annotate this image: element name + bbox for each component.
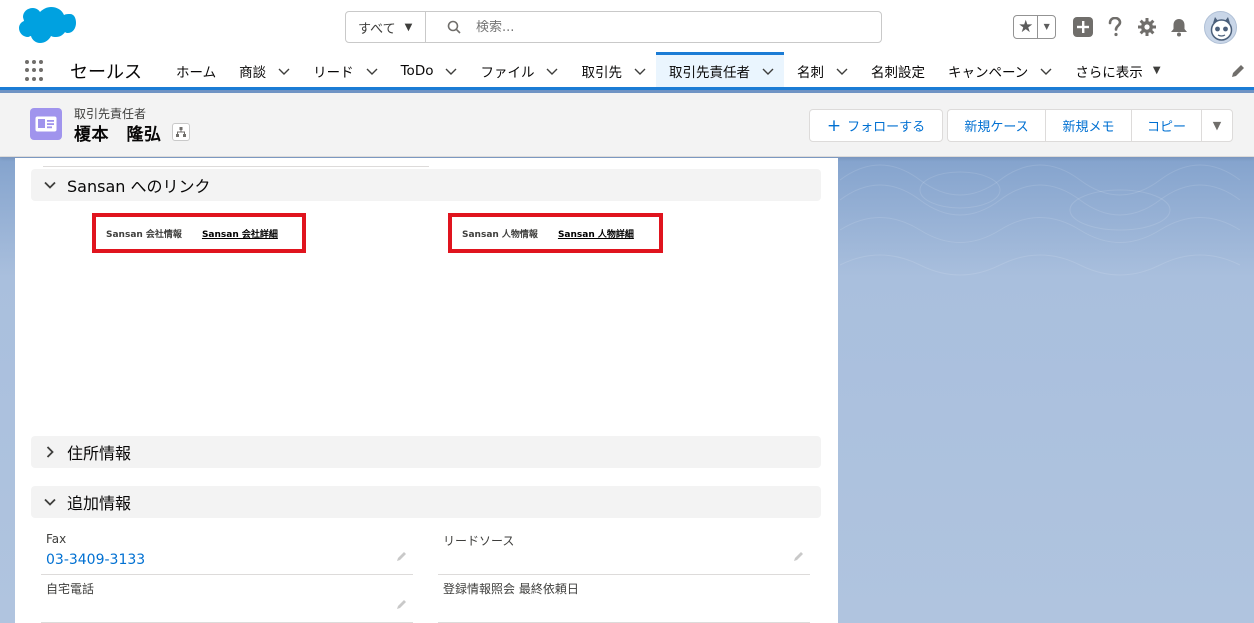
edit-nav-pencil-icon[interactable] <box>1230 63 1246 79</box>
gear-icon[interactable] <box>1136 16 1158 38</box>
new-case-button[interactable]: 新規ケース <box>947 109 1045 142</box>
chevron-down-icon[interactable] <box>366 65 378 77</box>
search-input[interactable] <box>476 19 856 35</box>
salesforce-logo[interactable] <box>16 6 76 48</box>
nav-item-label: 取引先 <box>581 64 622 81</box>
record-actions: + フォローする 新規ケース 新規メモ コピー ▼ <box>809 109 1233 142</box>
app-name: セールス <box>70 62 142 83</box>
edit-pencil-icon[interactable] <box>792 549 806 563</box>
nav-item-home[interactable]: ホーム <box>163 54 226 87</box>
chevron-down-icon <box>44 498 56 506</box>
home-phone-field: 自宅電話 <box>41 580 413 623</box>
nav-item-label: 取引先責任者 <box>668 64 750 81</box>
follow-label: フォローする <box>847 120 926 135</box>
record-detail-card: Sansan へのリンク Sansan 会社情報 Sansan 会社詳細 San… <box>15 158 838 623</box>
app-nav-bar: セールス ホーム 商談 リード ToDo ファイル 取引先 取引先責任者 名刺 … <box>0 52 1254 90</box>
favorites-button[interactable]: ★ ▼ <box>1013 15 1056 39</box>
fax-value[interactable]: 03-3409-3133 <box>46 552 145 568</box>
user-avatar[interactable] <box>1204 10 1237 44</box>
nav-item-label: 名刺設定 <box>870 64 925 81</box>
app-launcher-icon[interactable] <box>25 60 47 82</box>
nav-items: ホーム 商談 リード ToDo ファイル 取引先 取引先責任者 名刺 名刺設定 … <box>163 52 1171 87</box>
caret-down-icon: ▼ <box>1152 65 1161 76</box>
plus-icon: + <box>826 115 842 136</box>
nav-item-label: 商談 <box>239 64 267 81</box>
favorites-dropdown-icon[interactable]: ▼ <box>1038 16 1055 38</box>
record-header: 取引先責任者 榎本 隆弘 + フォローする 新規ケース 新規メモ コピー ▼ <box>0 93 1254 157</box>
fax-field: Fax 03-3409-3133 <box>41 532 413 575</box>
nav-item-label: ファイル <box>480 64 535 81</box>
nav-item-more[interactable]: さらに表示 ▼ <box>1062 54 1170 87</box>
section-title: Sansan へのリンク <box>67 177 211 196</box>
nav-item-card-settings[interactable]: 名刺設定 <box>858 54 935 87</box>
edit-pencil-icon[interactable] <box>395 549 409 563</box>
section-additional-header[interactable]: 追加情報 <box>31 486 821 518</box>
caret-down-icon: ▼ <box>1212 119 1222 132</box>
hierarchy-icon <box>176 127 186 137</box>
section-sansan-header[interactable]: Sansan へのリンク <box>31 169 821 201</box>
chevron-down-icon[interactable] <box>634 65 646 77</box>
chevron-right-icon <box>46 446 54 458</box>
last-request-date-label: 登録情報照会 最終依頼日 <box>443 582 579 596</box>
chevron-down-icon[interactable] <box>445 65 457 77</box>
edit-pencil-icon[interactable] <box>395 597 409 611</box>
section-address-header[interactable]: 住所情報 <box>31 436 821 468</box>
copy-button[interactable]: コピー <box>1131 109 1201 142</box>
chevron-down-icon[interactable] <box>762 65 774 77</box>
sansan-company-field: Sansan 会社情報 Sansan 会社詳細 <box>92 213 306 253</box>
nav-item-business-cards[interactable]: 名刺 <box>784 54 858 87</box>
nav-item-label: キャンペーン <box>947 64 1029 81</box>
sansan-company-link[interactable]: Sansan 会社詳細 <box>202 227 278 240</box>
hierarchy-button[interactable] <box>172 123 190 141</box>
nav-item-label: ホーム <box>176 64 217 81</box>
nav-item-accounts[interactable]: 取引先 <box>568 54 656 87</box>
lead-source-label: リードソース <box>443 534 515 548</box>
chevron-down-icon[interactable] <box>278 65 290 77</box>
record-title: 榎本 隆弘 <box>74 125 162 145</box>
nav-item-label: さらに表示 <box>1075 64 1143 81</box>
nav-item-leads[interactable]: リード <box>300 54 388 87</box>
sansan-person-link[interactable]: Sansan 人物詳細 <box>558 227 634 240</box>
global-search: すべて ▼ <box>345 11 882 43</box>
lead-source-field: リードソース <box>438 532 810 575</box>
chevron-down-icon[interactable] <box>836 65 848 77</box>
home-phone-label: 自宅電話 <box>46 582 95 596</box>
nav-item-contacts[interactable]: 取引先責任者 <box>655 52 784 87</box>
notification-bell-icon[interactable] <box>1168 16 1190 38</box>
search-icon <box>447 20 461 34</box>
nav-item-label: リード <box>313 64 354 81</box>
search-scope-label: すべて <box>358 21 396 37</box>
chevron-down-icon[interactable] <box>546 65 558 77</box>
chevron-down-icon[interactable] <box>1040 65 1052 77</box>
section-title: 追加情報 <box>67 494 132 513</box>
nav-item-label: ToDo <box>400 62 434 79</box>
sansan-person-field: Sansan 人物情報 Sansan 人物詳細 <box>448 213 663 253</box>
caret-down-icon: ▼ <box>404 21 413 33</box>
nav-item-todo[interactable]: ToDo <box>388 54 468 87</box>
chevron-down-icon <box>44 181 56 189</box>
nav-item-campaigns[interactable]: キャンペーン <box>935 54 1062 87</box>
header-utility-icons: ★ ▼ <box>1013 10 1237 44</box>
search-scope-dropdown[interactable]: すべて ▼ <box>346 12 426 42</box>
nav-item-opportunities[interactable]: 商談 <box>226 54 300 87</box>
contact-icon <box>30 108 62 140</box>
nav-item-label: 名刺 <box>796 64 824 81</box>
fax-label: Fax <box>46 532 67 546</box>
star-icon[interactable]: ★ <box>1014 16 1039 38</box>
new-memo-button[interactable]: 新規メモ <box>1045 109 1131 142</box>
more-actions-dropdown[interactable]: ▼ <box>1201 109 1233 142</box>
search-field[interactable] <box>426 12 881 42</box>
nav-item-files[interactable]: ファイル <box>467 54 568 87</box>
sansan-company-label: Sansan 会社情報 <box>106 229 182 240</box>
section-title: 住所情報 <box>67 444 132 463</box>
global-actions-plus-icon[interactable] <box>1072 16 1094 38</box>
help-icon[interactable] <box>1104 16 1126 38</box>
divider <box>43 166 429 167</box>
follow-button[interactable]: + フォローする <box>809 109 943 142</box>
global-header: すべて ▼ ★ ▼ <box>0 0 1254 54</box>
last-request-date-field: 登録情報照会 最終依頼日 <box>438 580 810 623</box>
sansan-person-label: Sansan 人物情報 <box>462 229 538 240</box>
action-button-group: 新規ケース 新規メモ コピー ▼ <box>947 109 1233 142</box>
